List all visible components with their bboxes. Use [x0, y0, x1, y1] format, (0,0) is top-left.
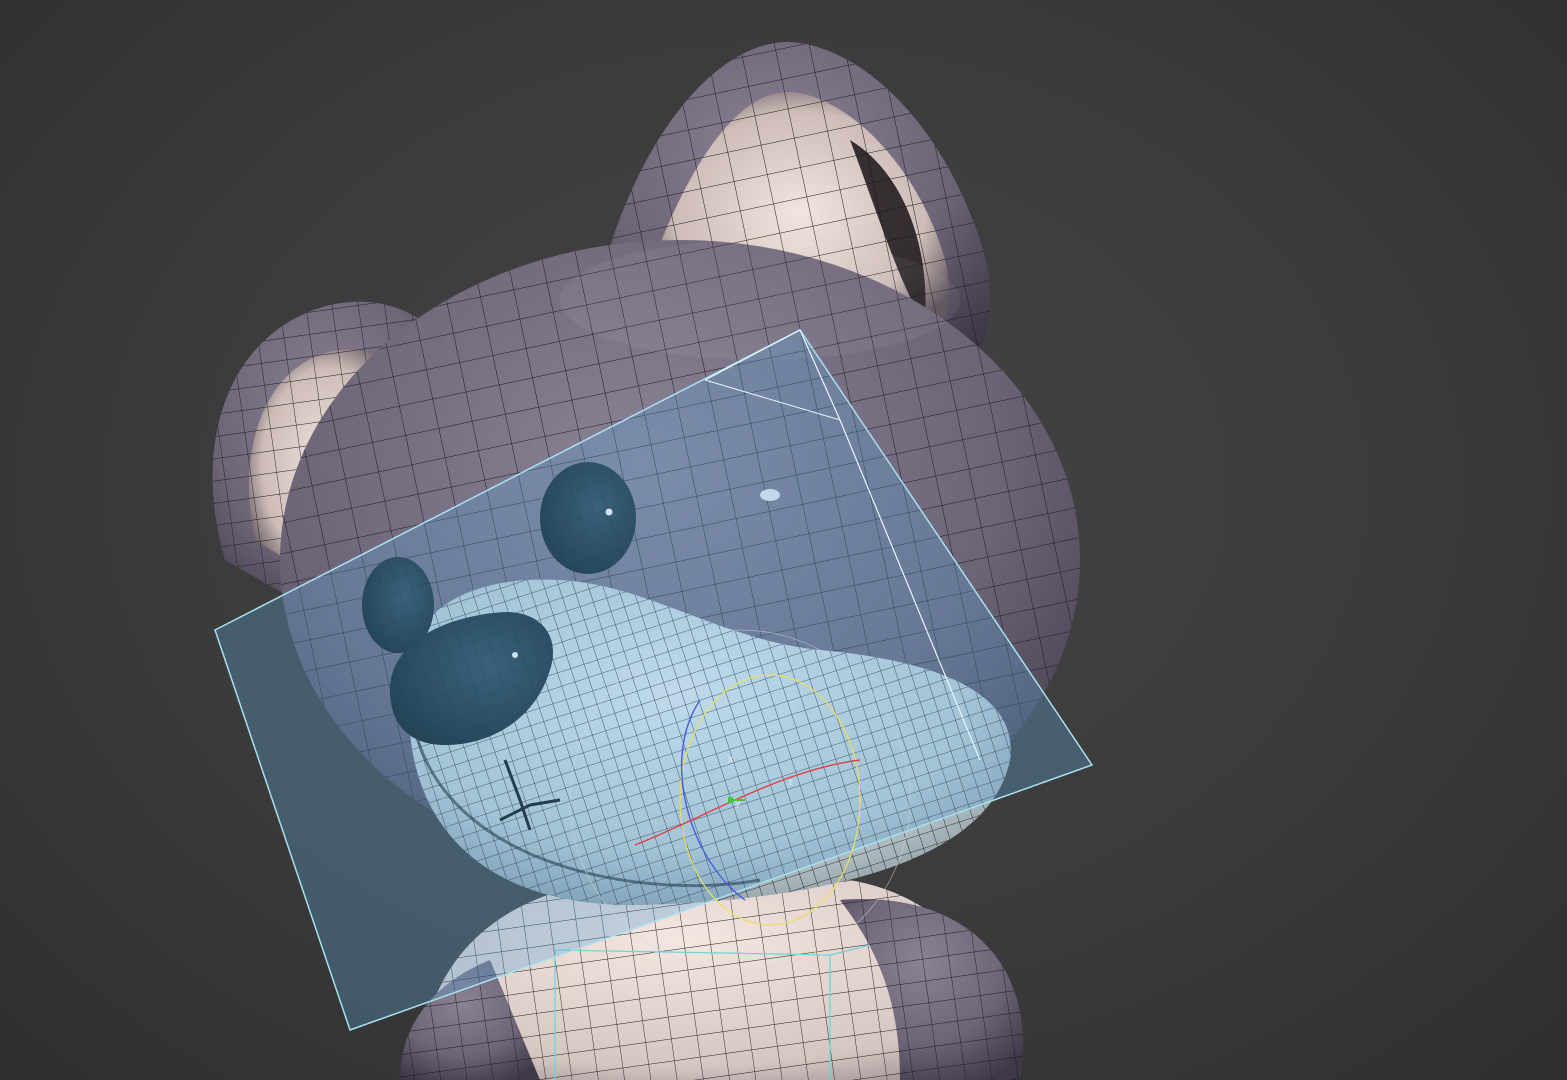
gizmo-z-label: z: [788, 778, 793, 788]
gizmo-y-label: y: [735, 799, 741, 809]
3d-viewport[interactable]: x z y: [0, 0, 1567, 1080]
gizmo-x-label: x: [728, 755, 734, 765]
scene-canvas[interactable]: x z y: [0, 0, 1567, 1080]
